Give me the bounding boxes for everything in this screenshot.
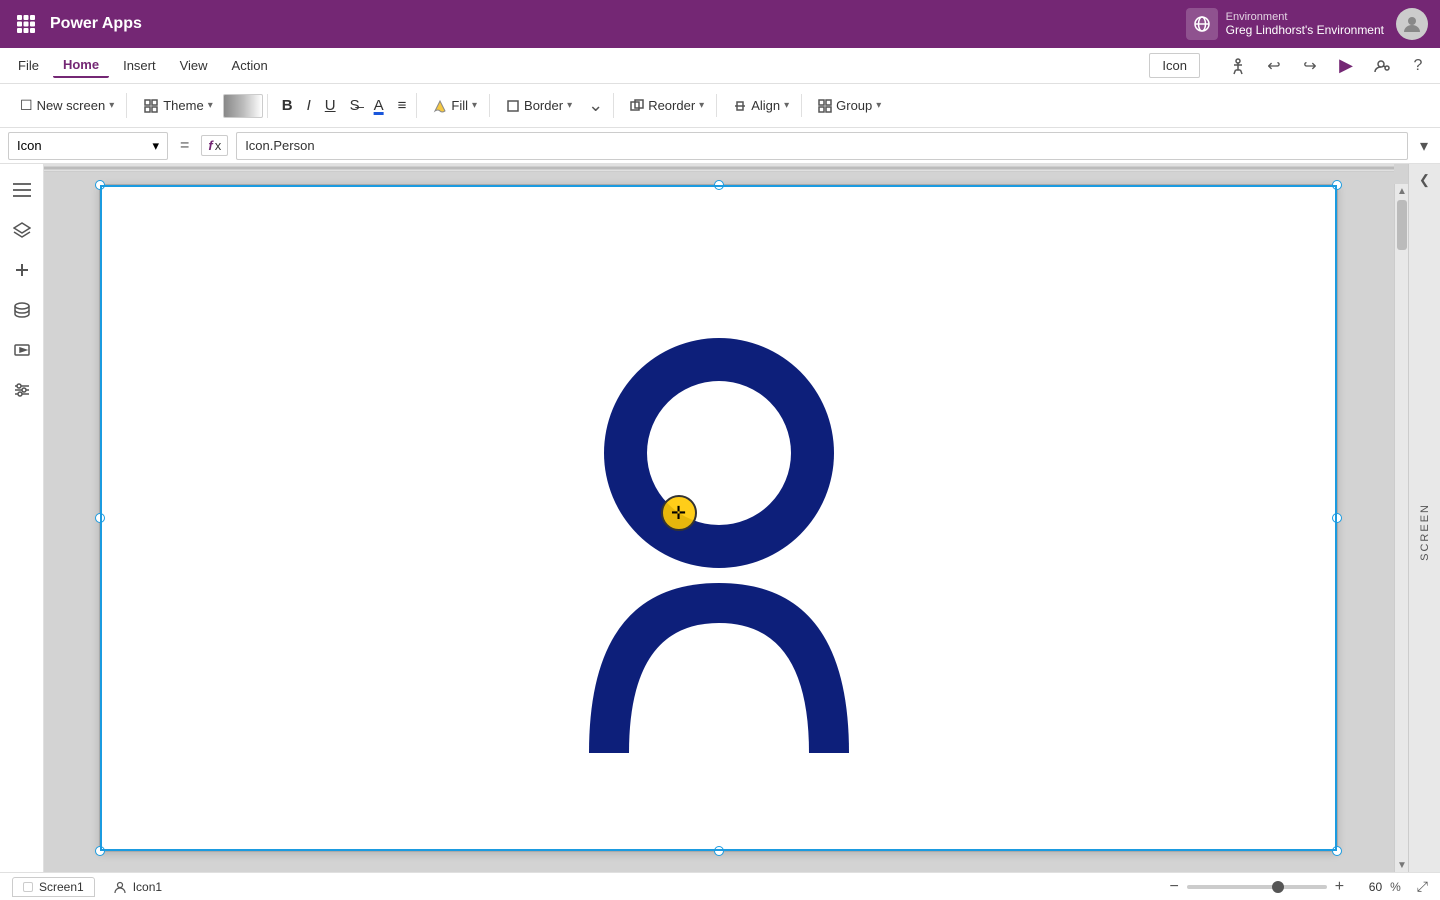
env-section: Environment Greg Lindhorst's Environment [1186,8,1384,40]
equals-sign: = [176,137,193,155]
icon1-tab[interactable]: Icon1 [103,878,172,896]
align-group: Align ▾ [721,94,802,117]
menu-home[interactable]: Home [53,53,109,78]
left-sidebar [0,164,44,872]
share-btn[interactable] [1368,52,1396,80]
handle-bc[interactable] [714,846,724,856]
sidebar-add[interactable] [4,252,40,288]
user-avatar[interactable] [1396,8,1428,40]
menu-file[interactable]: File [8,54,49,77]
underline-btn[interactable]: U [319,93,342,118]
screen-label: SCREEN [1419,503,1431,561]
icon-type-label: Icon [1149,53,1200,78]
border-btn[interactable]: Border ▾ [498,94,580,117]
scroll-down-btn[interactable]: ▼ [1395,858,1408,872]
strikethrough-btn[interactable]: S̶ [344,93,366,118]
accessibility-btn[interactable] [1224,52,1252,80]
handle-mr[interactable] [1332,513,1342,523]
selector-chevron: ▾ [152,138,159,154]
handle-br[interactable] [1332,846,1342,856]
handle-ml[interactable] [95,513,105,523]
collapse-btn[interactable]: ❮ [1413,168,1437,192]
group-btn[interactable]: Group ▾ [810,94,889,117]
new-screen-chevron: ▾ [109,100,114,111]
main-layout: ✛ ▲ ▼ ❮ SCREEN [0,164,1440,872]
scroll-thumb[interactable] [1397,200,1407,250]
sidebar-hamburger[interactable] [4,172,40,208]
menu-bar: File Home Insert View Action Icon ↩ ↪ ▶ [0,48,1440,84]
fx-button[interactable]: f x [201,135,228,156]
font-color-btn[interactable]: A [368,93,390,118]
zoom-thumb[interactable] [1272,881,1284,893]
italic-btn[interactable]: I [301,93,317,118]
canvas-area[interactable]: ✛ ▲ ▼ [44,164,1408,872]
handle-bl[interactable] [95,846,105,856]
screen1-tab[interactable]: Screen1 [12,877,95,897]
canvas-scrollbar-v[interactable]: ▲ ▼ [1394,184,1408,872]
env-icon [1186,8,1218,40]
bold-btn[interactable]: B [276,93,299,118]
canvas-scrollbar-h[interactable] [44,164,1394,172]
right-sidebar: ❮ SCREEN [1408,164,1440,872]
menu-bar-icons: ↩ ↪ ▶ ? [1224,52,1432,80]
zoom-slider[interactable] [1187,885,1327,889]
reorder-group: Reorder ▾ [618,94,717,117]
screen-dot [23,882,33,892]
sidebar-controls[interactable] [4,372,40,408]
env-name: Greg Lindhorst's Environment [1226,23,1384,37]
handle-tr[interactable] [1332,180,1342,190]
group-group: Group ▾ [806,94,893,117]
fill-group: Fill ▾ [421,94,490,117]
undo-btn[interactable]: ↩ [1260,52,1288,80]
formula-chevron[interactable]: ▾ [1416,136,1432,156]
sidebar-layers[interactable] [4,212,40,248]
reorder-btn[interactable]: Reorder ▾ [622,94,712,117]
zoom-out-btn[interactable]: − [1169,878,1178,896]
formula-bar: Icon ▾ = f x ▾ [0,128,1440,164]
align-group-btn[interactable]: Align ▾ [725,94,797,117]
handle-tl[interactable] [95,180,105,190]
zoom-in-btn[interactable]: + [1335,878,1344,896]
person-icon[interactable]: ✛ [549,303,889,733]
zoom-controls: − + 60 % ⤢ [1169,878,1428,896]
theme-preview [223,94,263,118]
more-btn[interactable]: ⌄ [582,93,609,118]
help-btn[interactable]: ? [1404,52,1432,80]
screen-label-container: SCREEN [1419,192,1431,872]
toolbar: ☐ New screen ▾ Theme ▾ B I U S̶ A ≡ [0,84,1440,128]
zoom-pct: % [1390,880,1401,894]
text-format-group: B I U S̶ A ≡ [272,93,418,118]
border-group: Border ▾ ⌄ [494,93,614,118]
env-label: Environment [1226,11,1384,23]
menu-view[interactable]: View [170,54,218,77]
theme-btn[interactable]: Theme ▾ [135,94,221,118]
new-screen-group: ☐ New screen ▾ [8,93,127,118]
title-bar: Power Apps Environment Greg Lindhorst's … [0,0,1440,48]
bottom-bar: Screen1 Icon1 − + 60 % ⤢ [0,872,1440,900]
env-text: Environment Greg Lindhorst's Environment [1226,11,1384,37]
app-title: Power Apps [50,15,142,33]
menu-insert[interactable]: Insert [113,54,166,77]
element-selector[interactable]: Icon ▾ [8,132,168,160]
sidebar-media[interactable] [4,332,40,368]
waffle-icon[interactable] [12,10,40,38]
zoom-value: 60 [1352,880,1382,894]
play-btn[interactable]: ▶ [1332,52,1360,80]
new-screen-btn[interactable]: ☐ New screen ▾ [12,93,122,118]
canvas-frame[interactable]: ✛ [99,184,1338,852]
redo-btn[interactable]: ↪ [1296,52,1324,80]
handle-tc[interactable] [714,180,724,190]
fullscreen-btn[interactable]: ⤢ [1417,878,1428,895]
menu-action[interactable]: Action [222,54,278,77]
fill-btn[interactable]: Fill ▾ [425,94,485,117]
sidebar-data[interactable] [4,292,40,328]
scroll-up-btn[interactable]: ▲ [1395,184,1408,198]
move-cursor[interactable]: ✛ [661,495,697,531]
align-btn[interactable]: ≡ [392,93,413,118]
formula-input[interactable] [236,132,1408,160]
theme-group: Theme ▾ [131,94,268,118]
